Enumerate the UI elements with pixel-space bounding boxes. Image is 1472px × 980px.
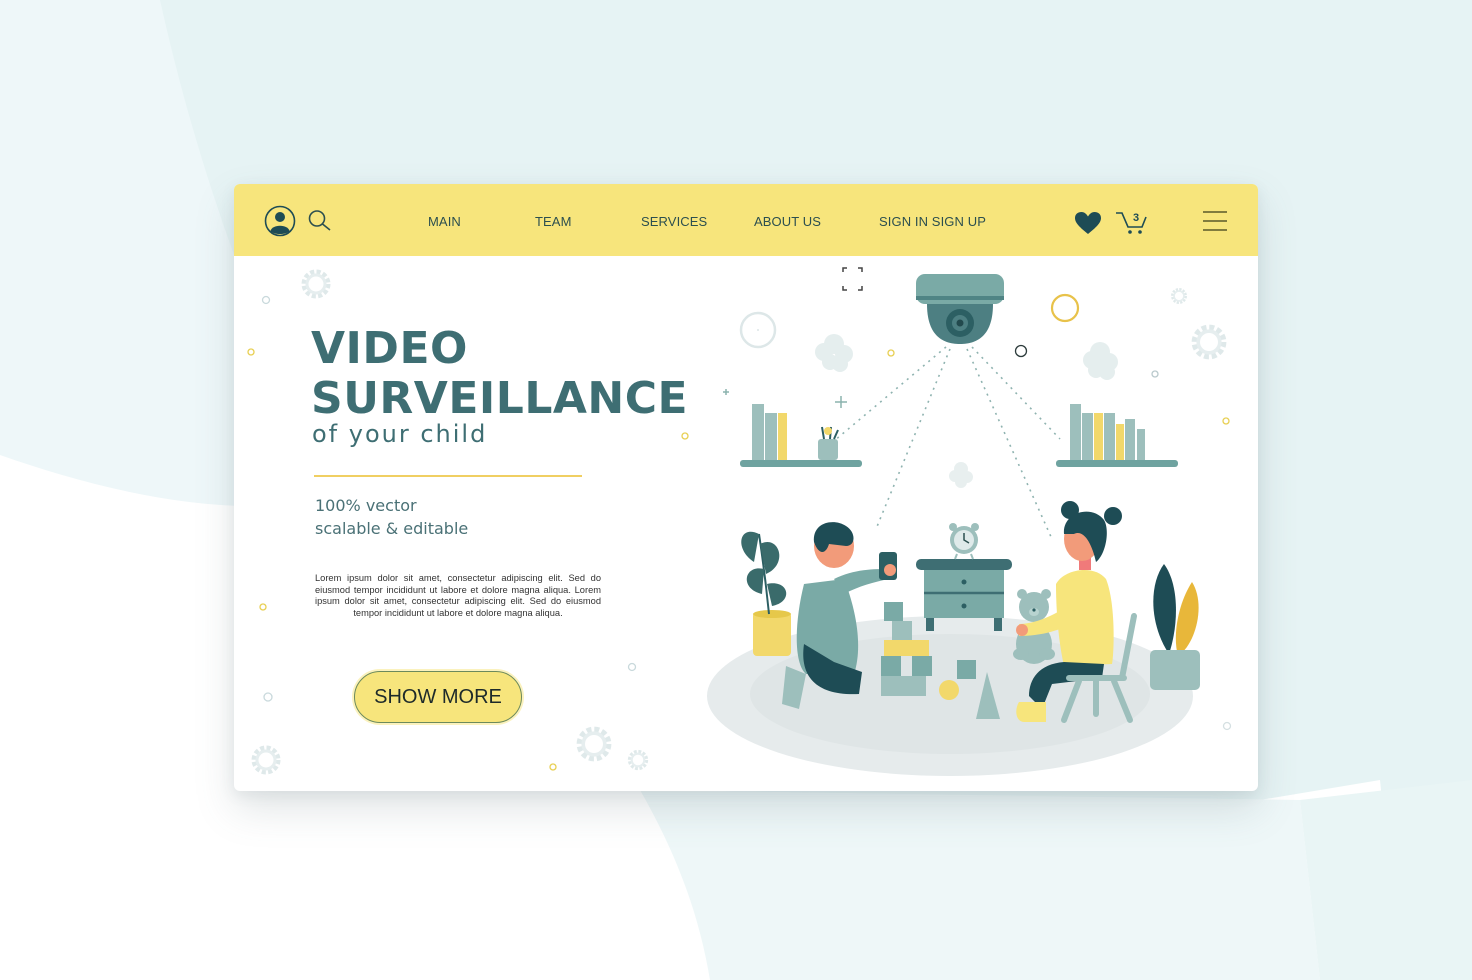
clock-decoration-icon bbox=[739, 311, 777, 349]
hero-title: VIDEO SURVEILLANCE bbox=[311, 324, 688, 424]
title-divider bbox=[314, 475, 582, 477]
dot-decoration bbox=[887, 349, 895, 357]
flower-decoration bbox=[1083, 342, 1118, 380]
dot-decoration bbox=[259, 603, 267, 611]
clock-decoration-icon bbox=[1050, 293, 1080, 323]
hero-subtitle: of your child bbox=[312, 420, 488, 448]
background-shape-bottom bbox=[640, 790, 1320, 980]
dot-decoration bbox=[1151, 370, 1159, 378]
dot-decoration bbox=[627, 662, 637, 672]
gear-icon bbox=[254, 748, 278, 772]
security-camera bbox=[916, 274, 1004, 344]
gear-icon bbox=[580, 730, 609, 759]
alarm-clock bbox=[949, 523, 979, 560]
camera-vision-lines bbox=[833, 346, 1061, 540]
flower-decoration bbox=[949, 462, 973, 488]
dot-decoration bbox=[1014, 344, 1028, 358]
potted-plant-right bbox=[1150, 564, 1200, 690]
bookshelf-left bbox=[740, 404, 862, 467]
gear-icon bbox=[627, 749, 649, 771]
dot-decoration bbox=[263, 692, 273, 702]
dot-decoration bbox=[1222, 417, 1230, 425]
feature-line-1: 100% vector bbox=[315, 496, 417, 515]
potted-plant-left bbox=[741, 531, 791, 656]
focus-frame-icon bbox=[842, 267, 863, 291]
hero-title-line-1: VIDEO bbox=[311, 323, 468, 374]
bookshelf-right bbox=[1056, 404, 1178, 467]
gear-icon bbox=[1195, 328, 1224, 357]
dot-decoration bbox=[1222, 721, 1232, 731]
dot-decoration bbox=[261, 295, 271, 305]
dot-decoration bbox=[549, 763, 557, 771]
gear-icon bbox=[304, 272, 328, 296]
flower-decoration bbox=[815, 334, 853, 372]
landing-page-card: MAIN TEAM SERVICES ABOUT US SIGN IN SIGN… bbox=[234, 184, 1258, 791]
show-more-button[interactable]: SHOW MORE bbox=[354, 671, 522, 723]
feature-line-2: scalable & editable bbox=[315, 519, 469, 538]
plus-decoration bbox=[723, 389, 847, 408]
hero-title-line-2: SURVEILLANCE bbox=[311, 373, 689, 424]
hero-body-text: Lorem ipsum dolor sit amet, consectetur … bbox=[315, 573, 601, 619]
feature-text: 100% vector scalable & editable bbox=[315, 494, 468, 540]
gear-icon bbox=[1171, 288, 1187, 304]
dot-decoration bbox=[681, 432, 689, 440]
dot-decoration bbox=[247, 348, 255, 356]
